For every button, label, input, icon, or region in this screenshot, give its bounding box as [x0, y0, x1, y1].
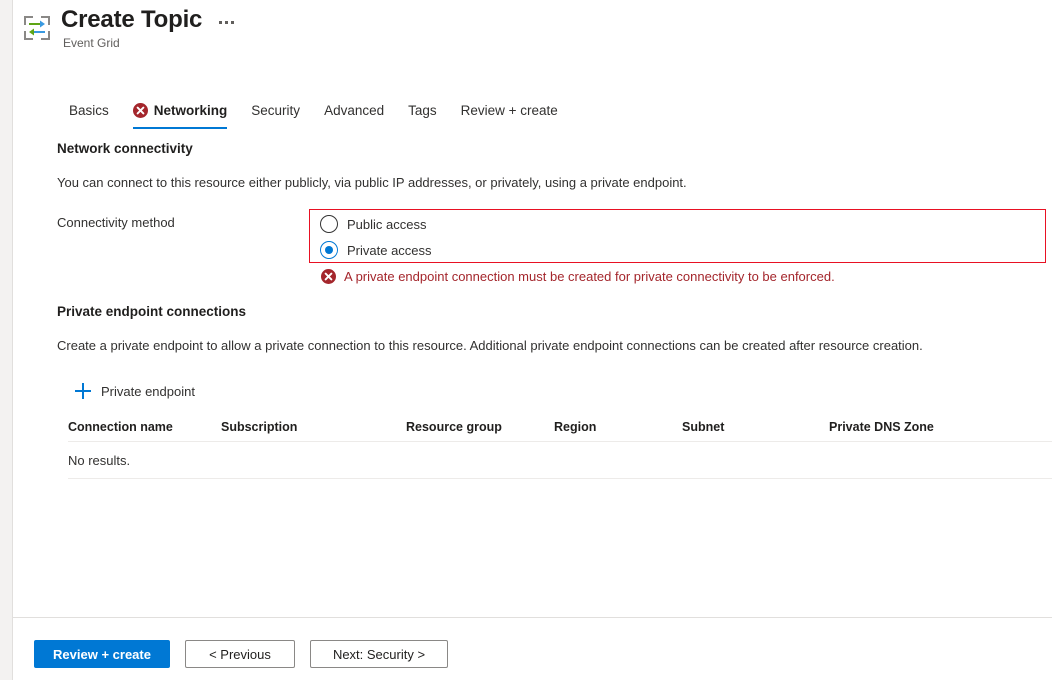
title-row: Create Topic: [61, 5, 236, 35]
tab-label: Advanced: [324, 103, 384, 118]
radio-label: Private access: [347, 243, 432, 258]
column-header-connection-name[interactable]: Connection name: [68, 420, 221, 434]
connectivity-error: A private endpoint connection must be cr…: [321, 269, 835, 284]
radio-option-public-access[interactable]: Public access: [310, 211, 1045, 237]
blade-header: Create Topic Event Grid: [13, 0, 1052, 62]
blade-subtitle: Event Grid: [63, 36, 120, 50]
next-security-button[interactable]: Next: Security >: [310, 640, 448, 668]
table-header-row: Connection name Subscription Resource gr…: [68, 412, 1052, 442]
error-icon: [133, 103, 148, 118]
connectivity-method-radio-group: Public access Private access: [309, 209, 1046, 263]
column-header-private-dns-zone[interactable]: Private DNS Zone: [829, 420, 989, 434]
column-header-resource-group[interactable]: Resource group: [406, 420, 554, 434]
portal-root: Create Topic Event Grid Basics Networkin…: [0, 0, 1052, 680]
radio-private-access-icon[interactable]: [320, 241, 338, 259]
add-private-endpoint-button[interactable]: Private endpoint: [75, 380, 195, 402]
private-endpoint-connections-heading: Private endpoint connections: [57, 304, 246, 319]
column-header-region[interactable]: Region: [554, 420, 682, 434]
tab-label: Review + create: [461, 103, 558, 118]
tab-security[interactable]: Security: [239, 96, 312, 124]
footer-actions: Review + create < Previous Next: Securit…: [34, 640, 448, 668]
tab-label: Networking: [154, 103, 228, 118]
add-private-endpoint-label: Private endpoint: [101, 384, 195, 399]
column-header-subscription[interactable]: Subscription: [221, 420, 406, 434]
tab-review-create[interactable]: Review + create: [449, 96, 570, 124]
error-message: A private endpoint connection must be cr…: [344, 269, 835, 284]
review-create-button[interactable]: Review + create: [34, 640, 170, 668]
previous-button[interactable]: < Previous: [185, 640, 295, 668]
tab-networking[interactable]: Networking: [121, 96, 240, 124]
tab-label: Security: [251, 103, 300, 118]
error-icon: [321, 269, 336, 284]
network-connectivity-description: You can connect to this resource either …: [57, 174, 997, 192]
create-topic-blade: Create Topic Event Grid Basics Networkin…: [12, 0, 1052, 680]
tab-tags[interactable]: Tags: [396, 96, 449, 124]
connectivity-method-label: Connectivity method: [57, 215, 175, 230]
network-connectivity-heading: Network connectivity: [57, 141, 193, 156]
tab-label: Tags: [408, 103, 437, 118]
tab-basics[interactable]: Basics: [57, 96, 121, 124]
tab-label: Basics: [69, 103, 109, 118]
wizard-tabs: Basics Networking Security Advanced Tags: [57, 96, 570, 128]
blade-footer: Review + create < Previous Next: Securit…: [13, 617, 1052, 681]
private-endpoint-connections-description: Create a private endpoint to allow a pri…: [57, 337, 1007, 355]
plus-icon: [75, 383, 91, 399]
event-grid-topic-icon: [21, 13, 53, 43]
radio-public-access-icon[interactable]: [320, 215, 338, 233]
radio-label: Public access: [347, 217, 426, 232]
page-title: Create Topic: [61, 5, 202, 35]
private-endpoint-connections-table: Connection name Subscription Resource gr…: [68, 412, 1052, 479]
table-row-empty: No results.: [68, 442, 1052, 479]
radio-option-private-access[interactable]: Private access: [310, 237, 1045, 263]
empty-state-message: No results.: [68, 453, 130, 468]
more-options-icon[interactable]: [217, 17, 236, 28]
column-header-subnet[interactable]: Subnet: [682, 420, 829, 434]
tab-advanced[interactable]: Advanced: [312, 96, 396, 124]
